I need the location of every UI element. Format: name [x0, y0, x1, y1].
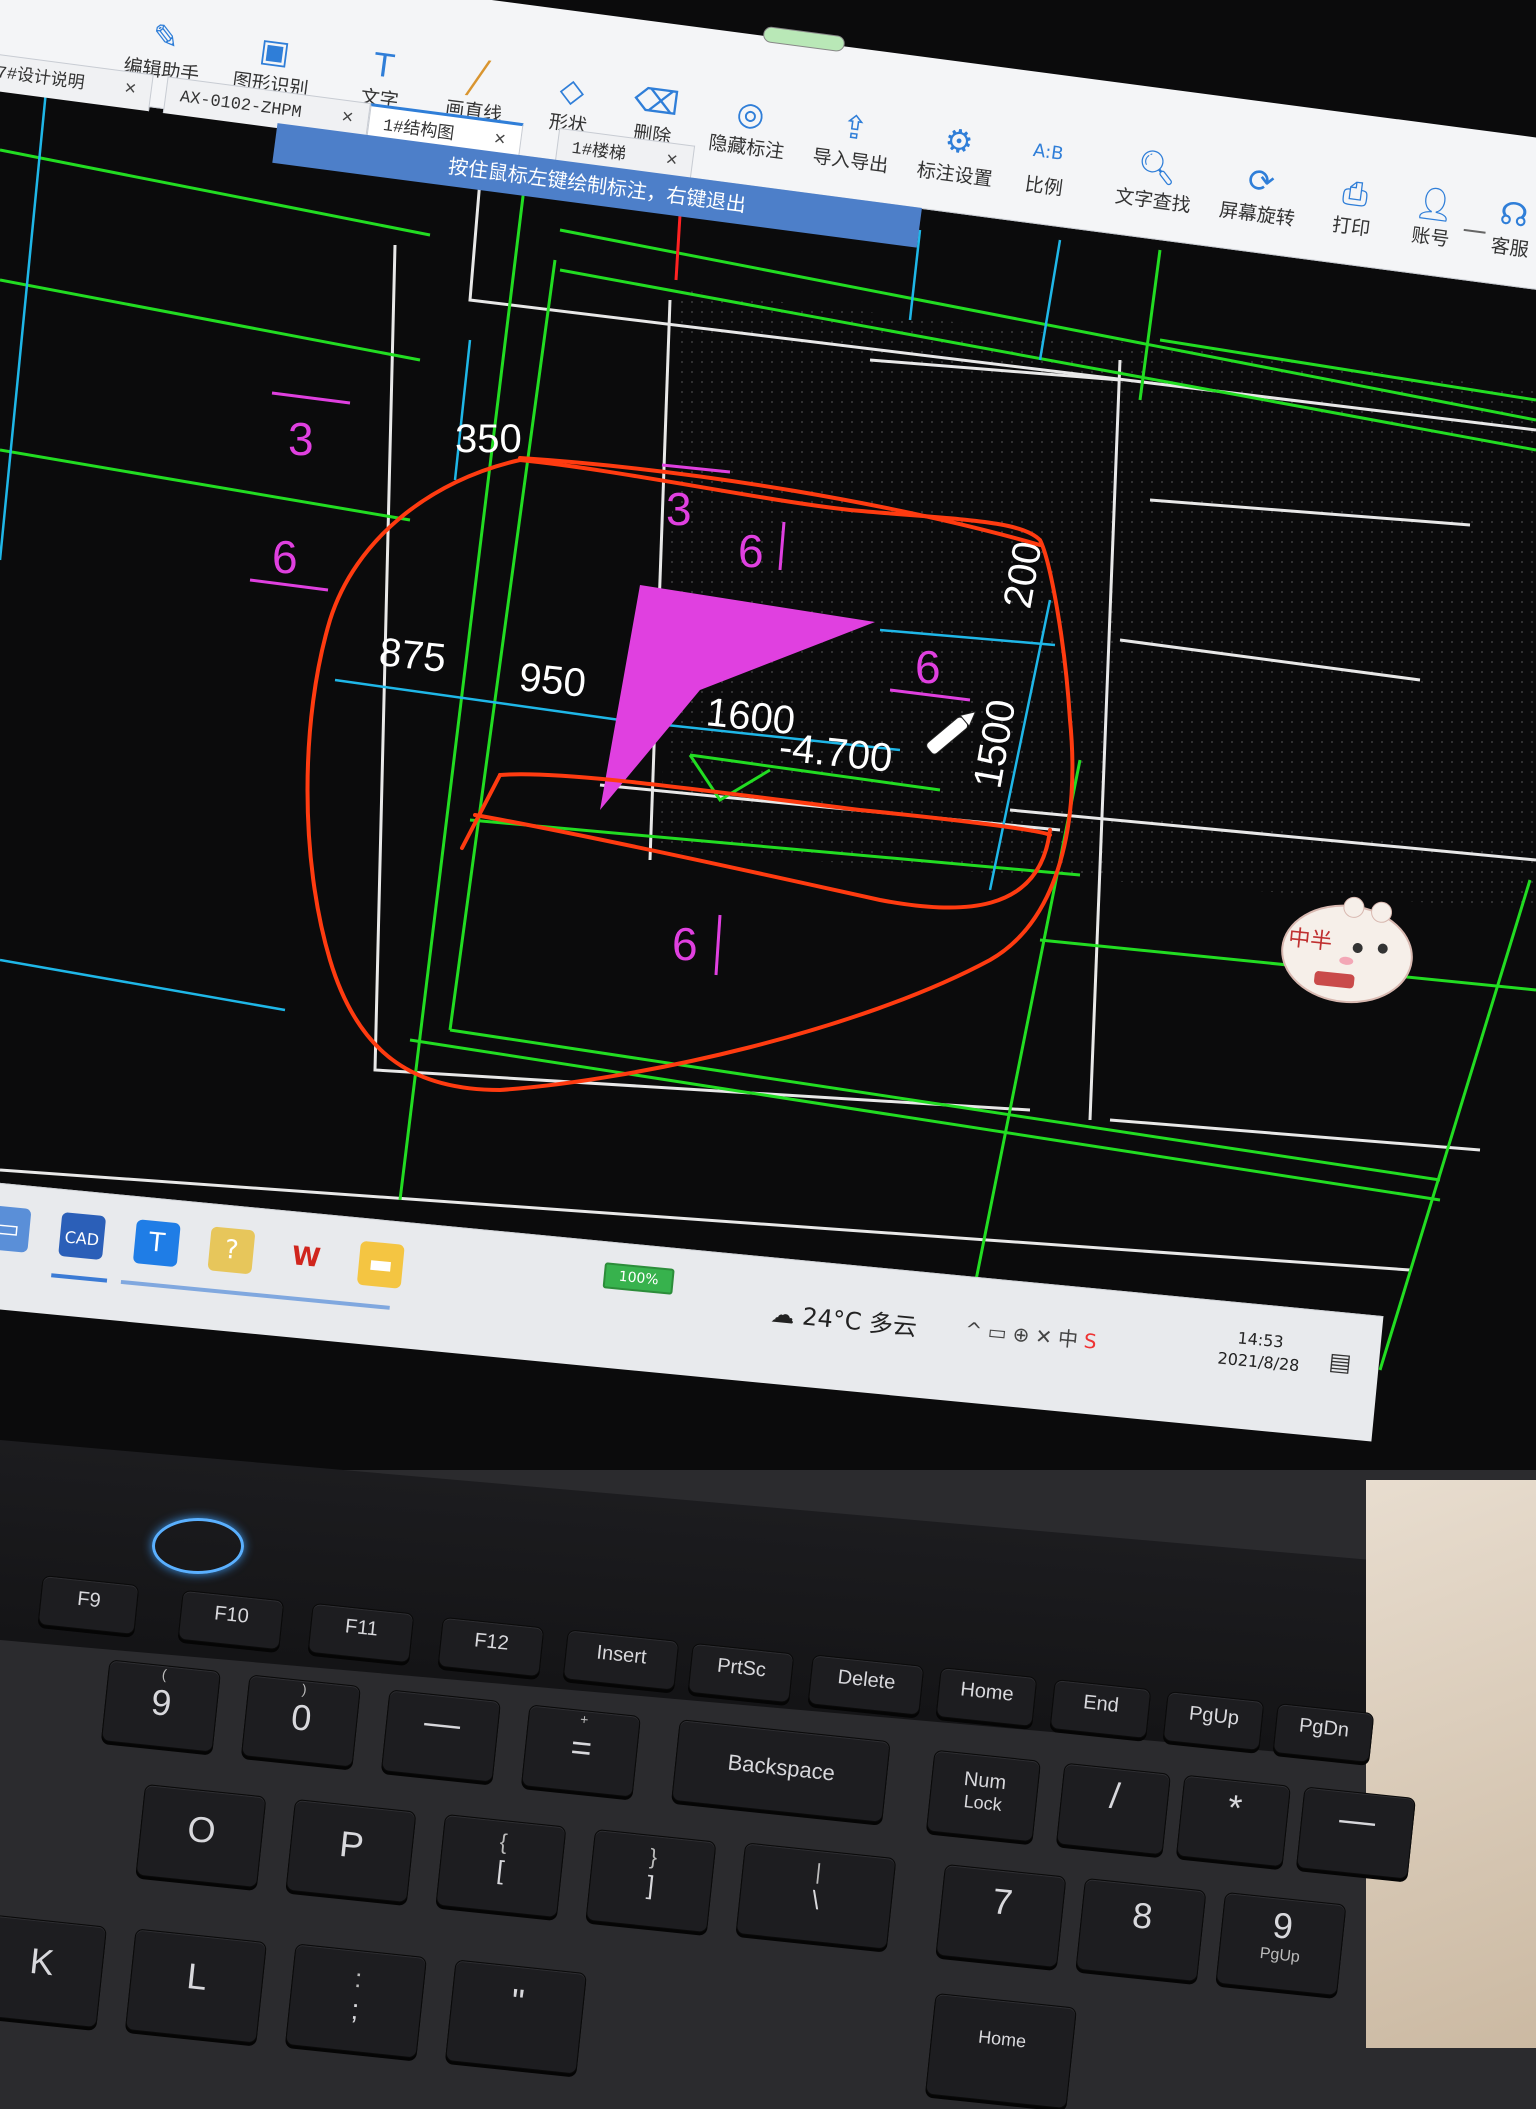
key-bracket-right[interactable]: }]: [585, 1828, 717, 1934]
key-delete[interactable]: Delete: [807, 1654, 925, 1716]
scale-icon: A:B: [1031, 140, 1065, 165]
section-mark-3b: 3: [666, 483, 692, 535]
taskbar-app-folder[interactable]: ▬: [356, 1240, 405, 1289]
section-mark-3a: 3: [288, 413, 314, 465]
section-mark-6d: 6: [672, 918, 698, 970]
key-pgdn[interactable]: PgDn: [1272, 1703, 1375, 1763]
key-k[interactable]: K: [0, 1913, 107, 2029]
dim-350: 350: [455, 417, 522, 461]
account-icon: 👤︎: [1412, 182, 1458, 226]
key-numpad-8[interactable]: 8: [1075, 1877, 1207, 1983]
key-numpad-9[interactable]: 9 PgUp: [1215, 1891, 1347, 1997]
globe-icon: ⊕: [1011, 1321, 1037, 1348]
close-icon[interactable]: ×: [123, 78, 138, 102]
notification-icon[interactable]: ▤: [1328, 1347, 1353, 1377]
section-mark-6b: 6: [738, 525, 764, 577]
computer-icon: ▭: [0, 1212, 22, 1245]
key-numpad-minus[interactable]: —: [1296, 1786, 1416, 1880]
key-backspace[interactable]: Backspace: [671, 1719, 891, 1823]
key-p[interactable]: P: [285, 1798, 417, 1904]
shape-recognize-icon: ▣: [257, 30, 293, 72]
eraser-icon: ⌫: [631, 79, 682, 124]
keyboard-icon: ▭: [986, 1319, 1014, 1346]
taskbar-app-wps[interactable]: W: [282, 1233, 331, 1282]
print-icon: ⎙: [1340, 172, 1371, 214]
laptop-screen: 3 6 3 6 6 6 350 875 950 1600 -4.700 200 …: [0, 0, 1536, 1470]
wps-icon: W: [290, 1241, 322, 1274]
taskbar-clock[interactable]: 14:53 2021/8/28: [1198, 1324, 1322, 1379]
text-icon: T: [371, 45, 397, 86]
key-f11[interactable]: F11: [307, 1602, 415, 1664]
battery-indicator[interactable]: 100%: [602, 1262, 675, 1295]
key-pgup[interactable]: PgUp: [1162, 1691, 1265, 1751]
laptop-keyboard: F9 F10 F11 F12 Insert PrtSc Delete Home …: [0, 1500, 1536, 2109]
section-mark-6a: 6: [272, 531, 298, 583]
dim-875: 875: [377, 630, 448, 681]
input-method-icon: 中: [1056, 1326, 1086, 1353]
shape-icon: ◇: [557, 69, 587, 111]
key-equals[interactable]: + =: [521, 1704, 641, 1798]
weather-text: 24°C 多云: [801, 1302, 919, 1342]
mascot-sticker: 中半: [1272, 872, 1445, 1018]
tab-label: AX-0102-ZHPM: [178, 88, 303, 124]
help-app-icon: ?: [223, 1234, 240, 1266]
folder-icon: ▬: [367, 1248, 395, 1281]
key-asterisk[interactable]: *: [1176, 1774, 1291, 1868]
cloud-icon: ☁: [769, 1299, 797, 1330]
key-numlock[interactable]: Num Lock: [926, 1749, 1041, 1843]
key-insert[interactable]: Insert: [562, 1629, 680, 1691]
taskbar-app-explorer[interactable]: ▭: [0, 1204, 32, 1253]
key-semicolon[interactable]: :;: [285, 1943, 427, 2059]
dim-950: 950: [517, 655, 588, 706]
key-home[interactable]: Home: [935, 1667, 1038, 1727]
close-icon[interactable]: ×: [664, 149, 679, 173]
chevron-up-icon: ^: [964, 1317, 990, 1344]
cad-app-icon: CAD: [63, 1227, 100, 1250]
key-f9[interactable]: F9: [37, 1575, 140, 1635]
app-indicators: [120, 1279, 390, 1310]
key-quote[interactable]: ": [445, 1959, 587, 2075]
taskbar-app-text[interactable]: T: [132, 1219, 181, 1268]
key-l[interactable]: L: [125, 1928, 267, 2044]
active-app-indicator: [51, 1273, 108, 1283]
volume-muted-icon: ✕: [1034, 1323, 1060, 1350]
key-o[interactable]: O: [135, 1783, 267, 1889]
sogou-icon: S: [1082, 1328, 1104, 1355]
key-backslash[interactable]: | \: [735, 1842, 897, 1950]
key-prtsc[interactable]: PrtSc: [687, 1642, 795, 1704]
sticker-text: 中半: [1287, 926, 1333, 955]
key-numpad-4[interactable]: Home: [925, 1992, 1077, 2109]
line-icon: ╱: [466, 57, 491, 98]
key-9[interactable]: (9: [101, 1659, 221, 1753]
weather-widget[interactable]: ☁ 24°C 多云: [769, 1293, 919, 1342]
key-slash[interactable]: /: [1056, 1762, 1171, 1856]
close-icon[interactable]: ×: [340, 106, 355, 130]
tab-label: 7#设计说明: [0, 64, 86, 95]
edit-assistant-icon: ✎: [150, 16, 182, 58]
key-minus[interactable]: —: [381, 1689, 501, 1783]
taskbar-app-cad[interactable]: CAD: [58, 1211, 107, 1261]
key-end[interactable]: End: [1049, 1679, 1152, 1739]
hide-annotation-icon: ◎: [734, 93, 768, 135]
taskbar-app-help[interactable]: ?: [207, 1226, 256, 1275]
text-search-icon: 🔍︎: [1134, 145, 1180, 189]
section-mark-6c: 6: [915, 641, 941, 693]
text-app-icon: T: [147, 1227, 167, 1259]
key-f10[interactable]: F10: [177, 1589, 285, 1651]
key-numpad-7[interactable]: 7: [935, 1863, 1067, 1969]
key-0[interactable]: ) 0: [241, 1674, 361, 1768]
key-bracket-left[interactable]: {[: [435, 1813, 567, 1919]
system-tray[interactable]: ^▭⊕✕中S: [964, 1313, 1104, 1355]
key-f12[interactable]: F12: [437, 1616, 545, 1678]
screen-rotate-icon: ⟳: [1245, 160, 1278, 202]
annotation-settings-icon: ⚙: [942, 120, 976, 162]
import-export-icon: ⇪: [839, 106, 871, 149]
close-icon[interactable]: ×: [492, 129, 507, 153]
